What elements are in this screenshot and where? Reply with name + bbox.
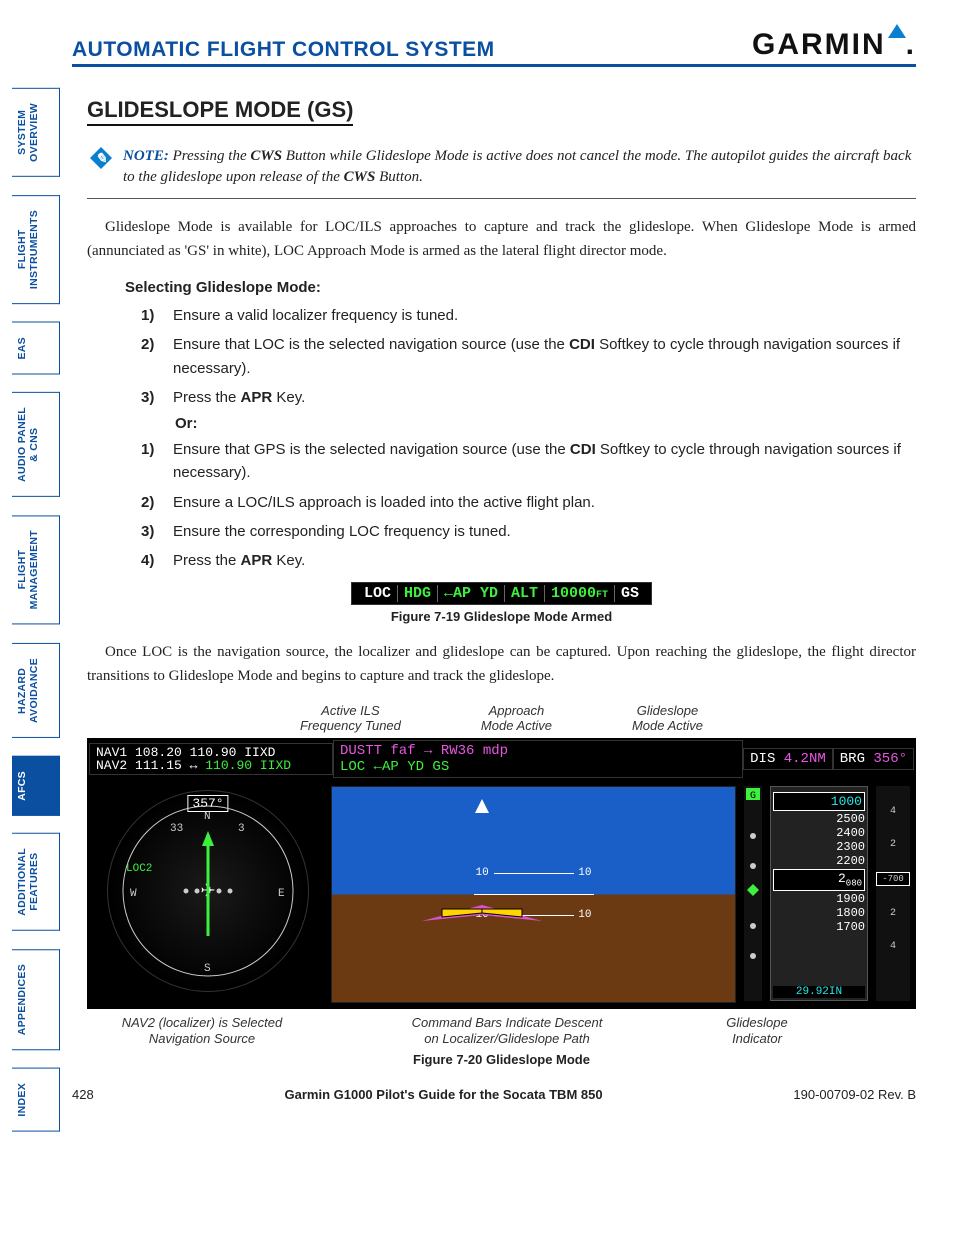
page-footer: 428 Garmin G1000 Pilot's Guide for the S… <box>72 1087 916 1102</box>
step-item: 1)Ensure that GPS is the selected naviga… <box>141 438 916 485</box>
callout-label: Glideslope Mode Active <box>632 704 703 734</box>
step-item: 1)Ensure a valid localizer frequency is … <box>141 304 916 327</box>
pfd-figure: Active ILS Frequency Tuned Approach Mode … <box>87 704 916 1046</box>
steps-list-b: 1)Ensure that GPS is the selected naviga… <box>141 438 916 572</box>
topic-title: GLIDESLOPE MODE (GS) <box>87 97 353 126</box>
page-number: 428 <box>72 1087 94 1102</box>
body-paragraph-2: Once LOC is the navigation source, the l… <box>87 640 916 688</box>
sidebar-tab[interactable]: FLIGHT INSTRUMENTS <box>12 195 60 304</box>
callouts-top: Active ILS Frequency Tuned Approach Mode … <box>87 704 916 734</box>
hsi-compass: 357° LOC2 ✈ NE SW 333 <box>107 790 309 992</box>
page-header: AUTOMATIC FLIGHT CONTROL SYSTEM GARMIN. <box>72 28 916 67</box>
dis-box: DIS 4.2NM <box>743 748 833 770</box>
callout-label: Glideslope Indicator <box>697 1015 817 1046</box>
callout-label: NAV2 (localizer) is Selected Navigation … <box>87 1015 317 1046</box>
step-item: 3)Ensure the corresponding LOC frequency… <box>141 520 916 543</box>
step-item: 3)Press the APR Key. <box>141 386 916 409</box>
pfd-body: 357° LOC2 ✈ NE SW 333 <box>87 780 916 1009</box>
garmin-logo: GARMIN. <box>752 28 916 62</box>
note-text: NOTE: Pressing the CWS Button while Glid… <box>123 146 914 188</box>
svg-text:N: N <box>204 811 211 823</box>
callouts-bottom: NAV2 (localizer) is Selected Navigation … <box>87 1015 916 1046</box>
sidebar-tab[interactable]: FLIGHT MANAGEMENT <box>12 515 60 624</box>
section-name: AUTOMATIC FLIGHT CONTROL SYSTEM <box>72 38 495 62</box>
vsi-strip: 4 2 -700 2 4 <box>876 786 910 1001</box>
or-label: Or: <box>175 415 916 432</box>
svg-text:✎: ✎ <box>95 150 107 166</box>
sidebar-tab[interactable]: ADDITIONAL FEATURES <box>12 833 60 931</box>
current-altitude: 2080 <box>773 869 865 891</box>
step-item: 2)Ensure a LOC/ILS approach is loaded in… <box>141 491 916 514</box>
note-block: ✎ NOTE: Pressing the CWS Button while Gl… <box>87 138 916 199</box>
svg-text:W: W <box>130 888 137 900</box>
procedure-heading: Selecting Glideslope Mode: <box>125 279 916 296</box>
brg-box: BRG 356° <box>833 748 914 770</box>
callout-label: Active ILS Frequency Tuned <box>300 704 401 734</box>
pfd-header: NAV1 108.20 110.90 IIXD NAV2 111.15 ↔ 11… <box>87 738 916 780</box>
svg-text:G: G <box>750 791 756 802</box>
note-icon: ✎ <box>89 146 113 175</box>
callout-label: Approach Mode Active <box>481 704 552 734</box>
svg-text:E: E <box>278 888 285 900</box>
altitude-tape: 1000 2500 2400 2300 2200 2080 1900 1800 … <box>770 786 868 1001</box>
sidebar-tab[interactable]: EAS <box>12 322 60 375</box>
step-item: 4)Press the APR Key. <box>141 549 916 572</box>
intro-paragraph: Glideslope Mode is available for LOC/ILS… <box>87 215 916 263</box>
step-item: 2)Ensure that LOC is the selected naviga… <box>141 333 916 380</box>
steps-list-a: 1)Ensure a valid localizer frequency is … <box>141 304 916 409</box>
side-tabs: SYSTEM OVERVIEW FLIGHT INSTRUMENTS EAS AUDI… <box>12 88 60 1132</box>
svg-text:S: S <box>204 963 211 975</box>
nav-freq-box: NAV1 108.20 110.90 IIXD NAV2 111.15 ↔ 11… <box>89 743 333 775</box>
triangle-icon <box>888 24 906 38</box>
main-content: GLIDESLOPE MODE (GS) ✎ NOTE: Pressing th… <box>87 97 916 1067</box>
sidebar-tab[interactable]: APPENDICES <box>12 949 60 1050</box>
mode-box: DUSTT faf → RW36 mdp LOC ←AP YD GS <box>333 740 743 778</box>
svg-text:33: 33 <box>170 823 183 835</box>
sidebar-tab[interactable]: AUDIO PANEL & CNS <box>12 392 60 497</box>
annunciator-bar: LOC HDG ←AP YD ALT 10000FT GS <box>87 582 916 605</box>
figure-caption-1: Figure 7-19 Glideslope Mode Armed <box>87 609 916 624</box>
sidebar-tab[interactable]: AFCS <box>12 756 60 816</box>
sidebar-tab[interactable]: INDEX <box>12 1068 60 1132</box>
figure-caption-2: Figure 7-20 Glideslope Mode <box>87 1052 916 1067</box>
sidebar-tab[interactable]: SYSTEM OVERVIEW <box>12 88 60 177</box>
footer-title: Garmin G1000 Pilot's Guide for the Socat… <box>285 1087 603 1102</box>
callout-label: Command Bars Indicate Descent on Localiz… <box>357 1015 657 1046</box>
svg-text:3: 3 <box>238 823 245 835</box>
footer-rev: 190-00709-02 Rev. B <box>793 1087 916 1102</box>
glideslope-strip: G <box>744 786 762 1001</box>
sidebar-tab[interactable]: HAZARD AVOIDANCE <box>12 643 60 738</box>
attitude-indicator: 1010 1010 <box>331 786 736 1003</box>
